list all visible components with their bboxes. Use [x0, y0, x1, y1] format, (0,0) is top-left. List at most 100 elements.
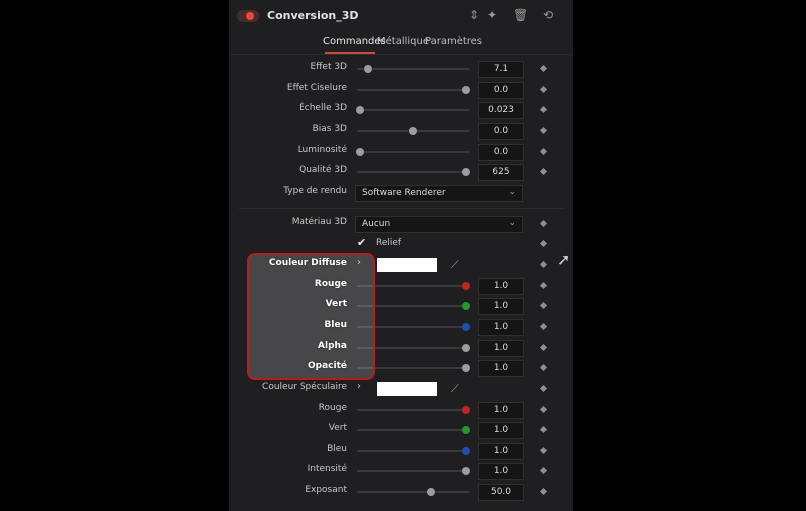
eyedropper-icon[interactable]: ⟋	[451, 382, 459, 396]
value-field[interactable]: 0.0	[478, 144, 524, 161]
keyframe-icon[interactable]	[539, 85, 548, 94]
slider-track[interactable]	[357, 426, 470, 434]
relief-label: Relief	[376, 238, 402, 248]
keyframe-icon[interactable]	[539, 301, 548, 310]
slider-track[interactable]	[356, 106, 469, 114]
material-select[interactable]: Aucun ⌄	[355, 216, 523, 233]
reorder-icon[interactable]: ⇕	[469, 8, 479, 22]
value-field[interactable]: 0.0	[478, 123, 524, 140]
value-field[interactable]: 7.1	[478, 61, 524, 78]
value-field[interactable]: 1.0	[478, 422, 524, 439]
slider-track[interactable]	[357, 127, 469, 135]
slider-thumb[interactable]	[461, 282, 470, 290]
relief-checkbox[interactable]: ✔	[357, 236, 366, 249]
slider-track[interactable]	[357, 168, 470, 176]
tool-enable-toggle[interactable]	[237, 10, 259, 22]
keyframe-icon[interactable]	[539, 219, 548, 228]
param-row: ✔ Relief	[229, 234, 573, 254]
param-row: Bias 3D 0.0	[229, 121, 573, 141]
slider-thumb[interactable]	[461, 344, 470, 352]
slider-thumb[interactable]	[364, 65, 373, 73]
keyframe-icon[interactable]	[539, 343, 548, 352]
slider-track[interactable]	[357, 447, 470, 455]
param-label: Effet Ciselure	[286, 83, 347, 93]
value-field[interactable]: 1.0	[478, 443, 524, 460]
slider-track[interactable]	[356, 148, 469, 156]
keyframe-icon[interactable]	[539, 281, 548, 290]
value-field[interactable]: 0.0	[478, 82, 524, 99]
slider-track[interactable]	[357, 406, 470, 414]
slider-track[interactable]	[357, 467, 470, 475]
color-swatch[interactable]	[377, 382, 437, 396]
param-label: Échelle 3D	[299, 103, 347, 113]
value-field[interactable]: 625	[478, 164, 524, 181]
reset-icon[interactable]: ⟲	[543, 8, 553, 22]
keyframe-icon[interactable]	[539, 405, 548, 414]
slider-thumb[interactable]	[461, 168, 470, 176]
color-swatch[interactable]	[377, 258, 437, 272]
keyframe-icon[interactable]	[539, 147, 548, 156]
keyframe-icon[interactable]	[539, 363, 548, 372]
expand-arrow-icon[interactable]: ›	[357, 381, 361, 392]
trash-icon[interactable]: 🗑	[513, 8, 528, 22]
section-divider	[239, 208, 563, 209]
param-row: Exposant 50.0	[229, 482, 573, 502]
slider-thumb[interactable]	[426, 488, 435, 496]
keyframe-icon[interactable]	[539, 425, 548, 434]
value-field[interactable]: 1.0	[478, 298, 524, 315]
active-tab-indicator	[325, 52, 375, 54]
param-row: Vert 1.0	[229, 420, 573, 440]
keyframe-icon[interactable]	[539, 105, 548, 114]
keyframe-icon[interactable]	[539, 260, 548, 269]
slider-thumb[interactable]	[461, 447, 470, 455]
param-label: Rouge	[318, 403, 347, 413]
keyframe-icon[interactable]	[539, 167, 548, 176]
slider-thumb[interactable]	[409, 127, 417, 135]
value-field[interactable]: 50.0	[478, 484, 524, 501]
slider-thumb[interactable]	[461, 406, 470, 414]
keyframe-icon[interactable]	[539, 384, 548, 393]
slider-thumb[interactable]	[461, 86, 470, 94]
render-type-select[interactable]: Software Renderer ⌄	[355, 185, 523, 202]
mouse-cursor-icon: ➚	[557, 250, 571, 269]
slider-thumb[interactable]	[461, 426, 470, 434]
keyframe-icon[interactable]	[539, 322, 548, 331]
value-field[interactable]: 1.0	[478, 278, 524, 295]
param-label: Luminosité	[297, 145, 347, 155]
chevron-down-icon: ⌄	[508, 218, 516, 228]
tool-header: Conversion_3D ⇕ ✦ 🗑 ⟲	[229, 0, 573, 32]
slider-thumb[interactable]	[461, 302, 470, 310]
slider-thumb[interactable]	[461, 323, 470, 331]
param-row: Bleu 1.0	[229, 441, 573, 461]
select-value: Software Renderer	[362, 188, 446, 198]
slider-track[interactable]	[357, 86, 470, 94]
eyedropper-icon[interactable]: ⟋	[451, 258, 459, 272]
param-row: Effet 3D 7.1	[229, 59, 573, 79]
tab-metallique[interactable]: Métallique	[377, 36, 429, 47]
slider-thumb[interactable]	[461, 364, 470, 372]
value-field[interactable]: 1.0	[478, 463, 524, 480]
value-field[interactable]: 1.0	[478, 402, 524, 419]
param-row: Luminosité 0.0	[229, 142, 573, 162]
value-field[interactable]: 1.0	[478, 360, 524, 377]
value-field[interactable]: 1.0	[478, 340, 524, 357]
slider-thumb[interactable]	[461, 467, 470, 475]
keyframe-icon[interactable]	[539, 466, 548, 475]
slider-thumb[interactable]	[356, 106, 365, 114]
magic-wand-icon[interactable]: ✦	[487, 8, 497, 22]
keyframe-icon[interactable]	[539, 239, 548, 248]
tab-parametres[interactable]: Paramètres	[425, 36, 482, 47]
keyframe-icon[interactable]	[539, 487, 548, 496]
keyframe-icon[interactable]	[539, 446, 548, 455]
chevron-down-icon: ⌄	[508, 187, 516, 197]
keyframe-icon[interactable]	[539, 64, 548, 73]
highlight-box	[247, 253, 375, 380]
value-field[interactable]: 0.023	[478, 102, 524, 119]
param-label: Effet 3D	[310, 62, 347, 72]
value-field[interactable]: 1.0	[478, 319, 524, 336]
slider-thumb[interactable]	[356, 148, 365, 156]
keyframe-icon[interactable]	[539, 126, 548, 135]
slider-track[interactable]	[357, 488, 469, 496]
select-value: Aucun	[362, 219, 391, 229]
slider-track[interactable]	[357, 65, 469, 73]
